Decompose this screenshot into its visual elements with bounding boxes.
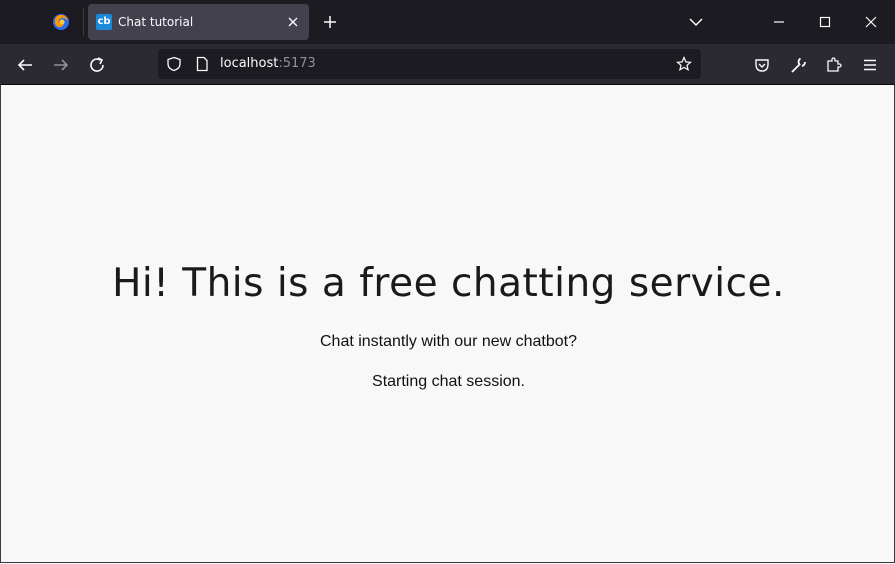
reload-icon[interactable] [88, 56, 106, 74]
bookmark-star-icon[interactable] [676, 56, 692, 72]
address-bar[interactable]: localhost:5173 [158, 49, 701, 79]
navigation-toolbar: localhost:5173 [0, 44, 895, 85]
back-arrow-icon[interactable] [16, 56, 34, 74]
minimize-icon[interactable] [771, 14, 787, 30]
site-favicon-icon: cb [96, 14, 112, 30]
page-content: Hi! This is a free chatting service. Cha… [0, 85, 895, 563]
page-subtitle: Chat instantly with our new chatbot? [319, 333, 578, 350]
maximize-icon[interactable] [817, 14, 833, 30]
menu-hamburger-icon[interactable] [861, 56, 879, 74]
wrench-icon[interactable] [789, 56, 807, 74]
forward-arrow-icon[interactable] [52, 56, 70, 74]
page-icon[interactable] [194, 56, 210, 72]
tab-title: Chat tutorial [118, 15, 194, 29]
page-heading: Hi! This is a free chatting service. [112, 261, 785, 306]
pocket-icon[interactable] [753, 56, 771, 74]
firefox-logo-icon[interactable] [52, 13, 70, 31]
new-tab-plus-icon[interactable] [322, 14, 338, 30]
shield-icon[interactable] [166, 56, 182, 72]
tab-separator [83, 8, 84, 36]
tab-chat-tutorial[interactable]: cb Chat tutorial [88, 4, 309, 40]
url-host: localhost [220, 56, 279, 71]
extensions-puzzle-icon[interactable] [825, 56, 843, 74]
close-window-icon[interactable] [863, 14, 879, 30]
close-tab-icon[interactable] [285, 14, 301, 30]
chat-status-text: Starting chat session. [372, 373, 525, 390]
url-port: :5173 [278, 56, 316, 71]
tab-bar: cb Chat tutorial [0, 0, 895, 44]
url-text[interactable]: localhost:5173 [220, 49, 316, 79]
list-all-tabs-chevron-down-icon[interactable] [688, 14, 704, 30]
